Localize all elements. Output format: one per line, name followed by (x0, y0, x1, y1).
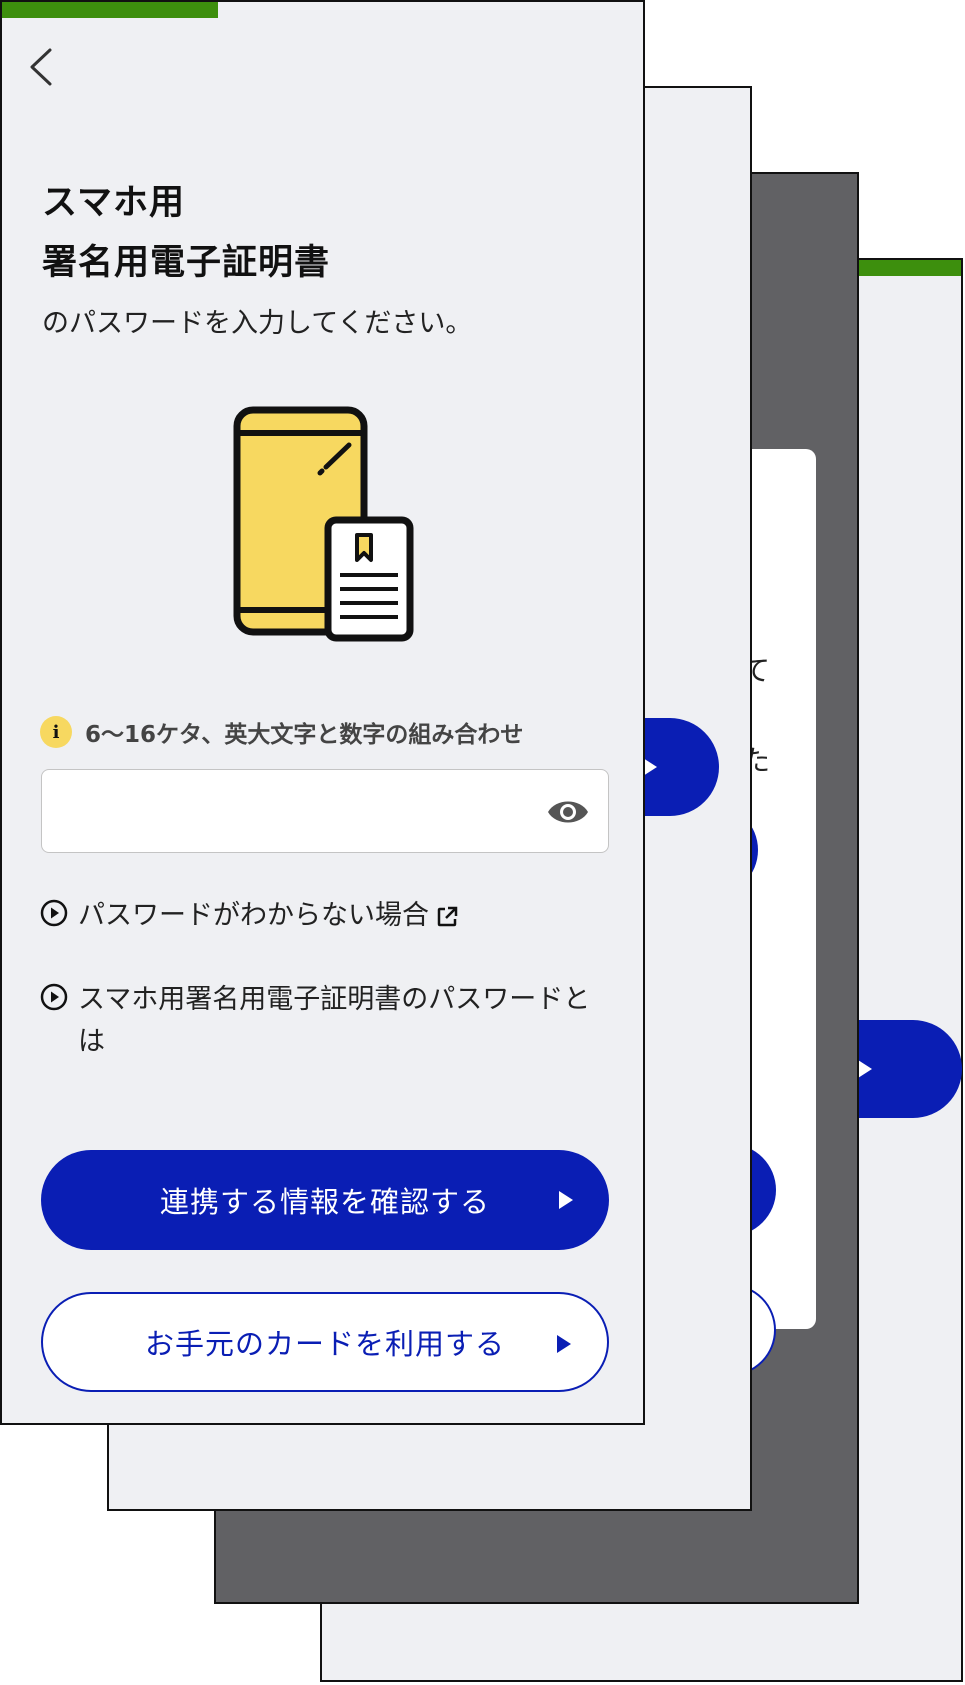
page-title-line-2: 署名用電子証明書 (42, 243, 331, 283)
progress-bar (2, 2, 218, 18)
play-circle-icon (40, 899, 68, 927)
forgot-password-link-label: パスワードがわからない場合 (78, 900, 429, 931)
play-arrow-icon (559, 1191, 573, 1209)
page-subtitle: のパスワードを入力してください。 (42, 308, 473, 339)
password-info-link[interactable]: スマホ用署名用電子証明書のパスワードとは (40, 979, 610, 1063)
page-title-line-1: スマホ用 (42, 183, 185, 223)
play-circle-icon (40, 983, 68, 1011)
confirm-linked-info-button[interactable]: 連携する情報を確認する (41, 1150, 609, 1250)
confirm-linked-info-label: 連携する情報を確認する (159, 1185, 490, 1219)
external-link-icon (437, 906, 458, 926)
password-info-link-label: スマホ用署名用電子証明書のパスワードとは (78, 984, 591, 1057)
play-arrow-icon (858, 1060, 872, 1078)
chevron-left-icon (30, 48, 52, 86)
password-field (41, 769, 609, 853)
info-icon: i (40, 716, 72, 748)
eye-icon (548, 801, 588, 823)
password-input[interactable] (42, 770, 522, 852)
play-arrow-icon (557, 1335, 571, 1353)
use-physical-card-button[interactable]: お手元のカードを利用する (41, 1292, 609, 1392)
password-hint: i 6〜16ケタ、英大文字と数字の組み合わせ (40, 715, 523, 749)
password-hint-text: 6〜16ケタ、英大文字と数字の組み合わせ (85, 722, 524, 748)
phone-certificate-illustration (233, 406, 414, 642)
password-entry-screen: スマホ用 署名用電子証明書 のパスワードを入力してください。 i 6〜16ケタ、… (0, 0, 645, 1425)
use-physical-card-label: お手元のカードを利用する (144, 1327, 505, 1361)
forgot-password-link[interactable]: パスワードがわからない場合 (40, 895, 459, 937)
play-arrow-icon (643, 758, 657, 776)
show-password-toggle[interactable] (546, 792, 590, 832)
back-button[interactable] (22, 42, 62, 92)
